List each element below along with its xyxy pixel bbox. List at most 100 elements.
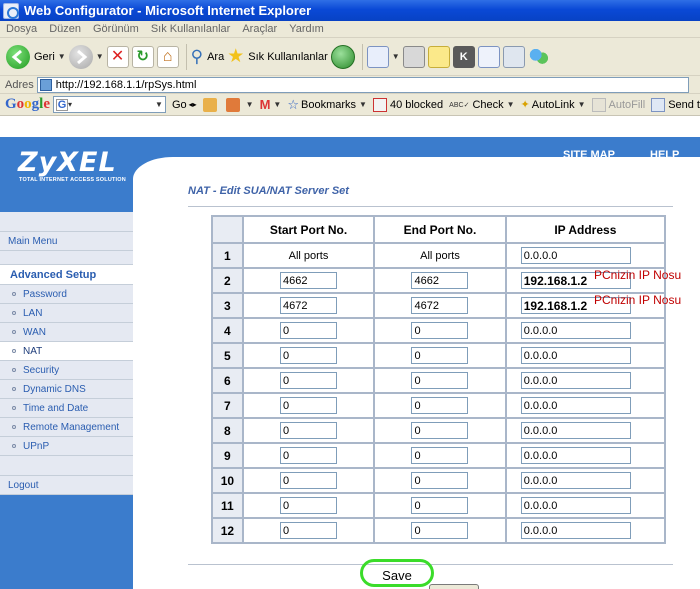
- mail-button[interactable]: ▼: [366, 42, 400, 72]
- sidebar-item-security[interactable]: Security: [0, 361, 133, 380]
- home-button[interactable]: ⌂: [156, 42, 179, 72]
- history-button[interactable]: [330, 42, 355, 72]
- sidebar-item-dynamic-dns[interactable]: Dynamic DNS: [0, 380, 133, 399]
- end-port-input[interactable]: [411, 422, 469, 439]
- ip-address-input[interactable]: [520, 497, 631, 514]
- ip-address-input[interactable]: [520, 472, 631, 489]
- end-port-input[interactable]: [411, 272, 469, 289]
- popup-blocker-button[interactable]: 40 blocked: [372, 97, 443, 112]
- menu-help[interactable]: Yardım: [283, 23, 330, 35]
- ip-address-input[interactable]: [520, 372, 631, 389]
- messenger-button[interactable]: [527, 42, 550, 72]
- address-field[interactable]: [36, 76, 689, 93]
- ip-address-input[interactable]: [520, 422, 631, 439]
- refresh-button[interactable]: ↻: [131, 42, 154, 72]
- send-to-button[interactable]: Send t: [651, 97, 700, 112]
- edit-button[interactable]: K: [452, 42, 475, 72]
- end-port-input[interactable]: [411, 372, 469, 389]
- forward-dropdown-icon[interactable]: ▼: [96, 52, 104, 61]
- check-dropdown-icon[interactable]: ▼: [507, 100, 515, 109]
- end-port-input[interactable]: [411, 472, 469, 489]
- end-port-input[interactable]: [411, 497, 469, 514]
- back-dropdown-icon[interactable]: ▼: [58, 52, 66, 61]
- favorites-button[interactable]: ★ Sık Kullanılanlar: [227, 42, 328, 72]
- send-label: Send t: [668, 98, 700, 111]
- end-port-input[interactable]: [411, 322, 469, 339]
- start-port-input[interactable]: [280, 497, 337, 514]
- start-port-input[interactable]: [280, 522, 337, 539]
- end-port-input[interactable]: [411, 397, 469, 414]
- sidebar-item-time-and-date[interactable]: Time and Date: [0, 399, 133, 418]
- sidebar-spacer: [0, 456, 133, 476]
- sidebar-item-logout[interactable]: Logout: [0, 476, 133, 495]
- menu-view[interactable]: Görünüm: [87, 23, 145, 35]
- print-button[interactable]: [402, 42, 425, 72]
- sidebar-item-main-menu[interactable]: Main Menu: [0, 232, 133, 251]
- bullet-icon: [12, 368, 16, 372]
- end-port-input[interactable]: [411, 297, 469, 314]
- end-port-input[interactable]: [411, 522, 469, 539]
- messenger-icon: [527, 45, 550, 68]
- ip-address-input[interactable]: [520, 447, 631, 464]
- google-search-input[interactable]: G ▾ ▼: [53, 96, 166, 113]
- sidebar-item-remote-management[interactable]: Remote Management: [0, 418, 133, 437]
- ip-address-input[interactable]: [520, 322, 631, 339]
- menu-edit[interactable]: Düzen: [43, 23, 87, 35]
- cancel-button[interactable]: [429, 584, 479, 589]
- discuss-button[interactable]: [477, 42, 500, 72]
- back-button[interactable]: Geri ▼: [6, 42, 66, 72]
- google-search-site-button[interactable]: [202, 97, 220, 112]
- start-port-input[interactable]: [280, 272, 337, 289]
- mail-dropdown-icon[interactable]: ▼: [392, 52, 400, 61]
- stop-button[interactable]: ✕: [106, 42, 129, 72]
- ip-address-input[interactable]: [520, 247, 631, 264]
- sidebar-heading-advanced-setup[interactable]: Advanced Setup: [0, 265, 133, 285]
- table-row: 5: [213, 344, 664, 367]
- sidebar-item-wan[interactable]: WAN: [0, 323, 133, 342]
- autofill-button[interactable]: AutoFill: [591, 97, 645, 112]
- end-port-input[interactable]: [411, 447, 469, 464]
- ip-address-input[interactable]: [520, 397, 631, 414]
- menu-tools[interactable]: Araçlar: [236, 23, 283, 35]
- start-port-input[interactable]: [280, 397, 337, 414]
- start-port-cell: [243, 444, 374, 467]
- menu-file[interactable]: Dosya: [0, 23, 43, 35]
- row-index: 11: [213, 494, 242, 517]
- save-button[interactable]: Save: [373, 565, 421, 585]
- bookmarks-button[interactable]: ☆ Bookmarks ▼: [287, 97, 367, 113]
- research-button[interactable]: [502, 42, 525, 72]
- google-history-dropdown-icon[interactable]: ▼: [155, 100, 163, 109]
- start-port-input[interactable]: [280, 422, 337, 439]
- end-port-input[interactable]: [411, 347, 469, 364]
- start-port-input[interactable]: [280, 472, 337, 489]
- start-port-input[interactable]: [280, 372, 337, 389]
- site-map-link[interactable]: SITE MAP: [563, 149, 615, 161]
- sidebar-item-password[interactable]: Password: [0, 285, 133, 304]
- news-dropdown-icon[interactable]: ▼: [246, 100, 254, 109]
- autolink-button[interactable]: ✦ AutoLink ▼: [521, 98, 586, 112]
- forward-button[interactable]: ▼: [68, 42, 104, 72]
- sidebar-item-nat[interactable]: NAT: [0, 342, 133, 361]
- bookmarks-dropdown-icon[interactable]: ▼: [359, 100, 367, 109]
- table-row: 7: [213, 394, 664, 417]
- google-go-button[interactable]: Go ◂▸: [172, 99, 197, 111]
- notes-button[interactable]: [427, 42, 450, 72]
- url-input[interactable]: [55, 78, 616, 91]
- sidebar-item-lan[interactable]: LAN: [0, 304, 133, 323]
- gmail-dropdown-icon[interactable]: ▼: [273, 100, 281, 109]
- sidebar-item-upnp[interactable]: UPnP: [0, 437, 133, 456]
- start-port-input[interactable]: [280, 347, 337, 364]
- spellcheck-button[interactable]: ABC✓ Check ▼: [449, 99, 514, 111]
- gmail-button[interactable]: M ▼: [260, 97, 282, 112]
- autolink-dropdown-icon[interactable]: ▼: [578, 100, 586, 109]
- ip-address-input[interactable]: [520, 522, 631, 539]
- google-news-button[interactable]: ▼: [225, 97, 254, 112]
- search-button[interactable]: ⚲ Ara: [191, 42, 225, 72]
- google-search-dropdown-icon[interactable]: ▾: [68, 100, 72, 109]
- start-port-input[interactable]: [280, 322, 337, 339]
- start-port-input[interactable]: [280, 447, 337, 464]
- start-port-input[interactable]: [280, 297, 337, 314]
- ip-address-input[interactable]: [520, 347, 631, 364]
- help-link[interactable]: HELP: [650, 149, 679, 161]
- menu-favorites[interactable]: Sık Kullanılanlar: [145, 23, 237, 35]
